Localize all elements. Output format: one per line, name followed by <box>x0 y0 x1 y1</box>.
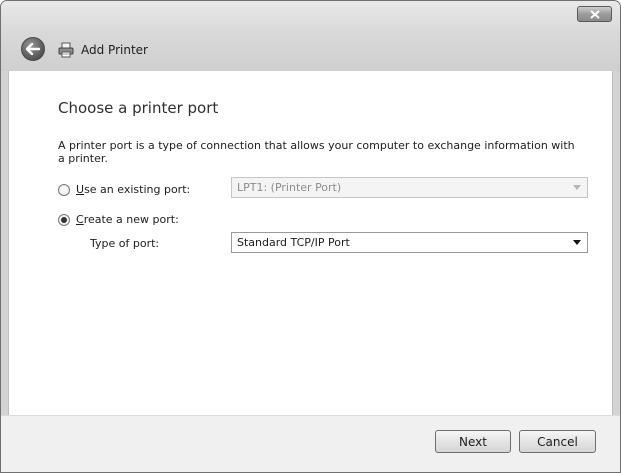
page-description: A printer port is a type of connection t… <box>58 139 575 165</box>
radio-selected-dot <box>61 216 67 223</box>
back-button[interactable] <box>21 37 45 61</box>
create-new-port-label: Create a new port: <box>76 213 179 226</box>
printer-icon <box>58 42 74 58</box>
page-title: Choose a printer port <box>58 99 219 117</box>
add-printer-window: Add Printer Choose a printer port A prin… <box>0 0 621 473</box>
port-type-dropdown[interactable]: Standard TCP/IP Port <box>231 232 588 253</box>
close-button[interactable] <box>577 6 612 22</box>
type-of-port-label: Type of port: <box>90 237 160 250</box>
title-bar: Add Printer <box>1 1 620 71</box>
existing-port-dropdown[interactable]: LPT1: (Printer Port) <box>231 177 588 198</box>
use-existing-port-radio[interactable] <box>58 183 70 196</box>
window-title: Add Printer <box>81 43 148 57</box>
next-button[interactable]: Next <box>435 430 511 453</box>
port-type-value: Standard TCP/IP Port <box>237 236 350 249</box>
chevron-down-icon <box>573 240 581 245</box>
back-arrow-icon <box>26 43 40 55</box>
wizard-content: Choose a printer port A printer port is … <box>8 71 613 415</box>
chevron-down-icon <box>573 185 581 190</box>
use-existing-port-label: Use an existing port: <box>76 183 191 196</box>
existing-port-value: LPT1: (Printer Port) <box>237 181 342 194</box>
cancel-button[interactable]: Cancel <box>519 430 596 453</box>
close-icon <box>589 9 600 19</box>
wizard-footer: Next Cancel <box>1 415 620 472</box>
create-new-port-option[interactable]: Create a new port: <box>58 213 179 226</box>
use-existing-port-option[interactable]: Use an existing port: <box>58 183 190 196</box>
create-new-port-radio[interactable] <box>58 213 70 226</box>
